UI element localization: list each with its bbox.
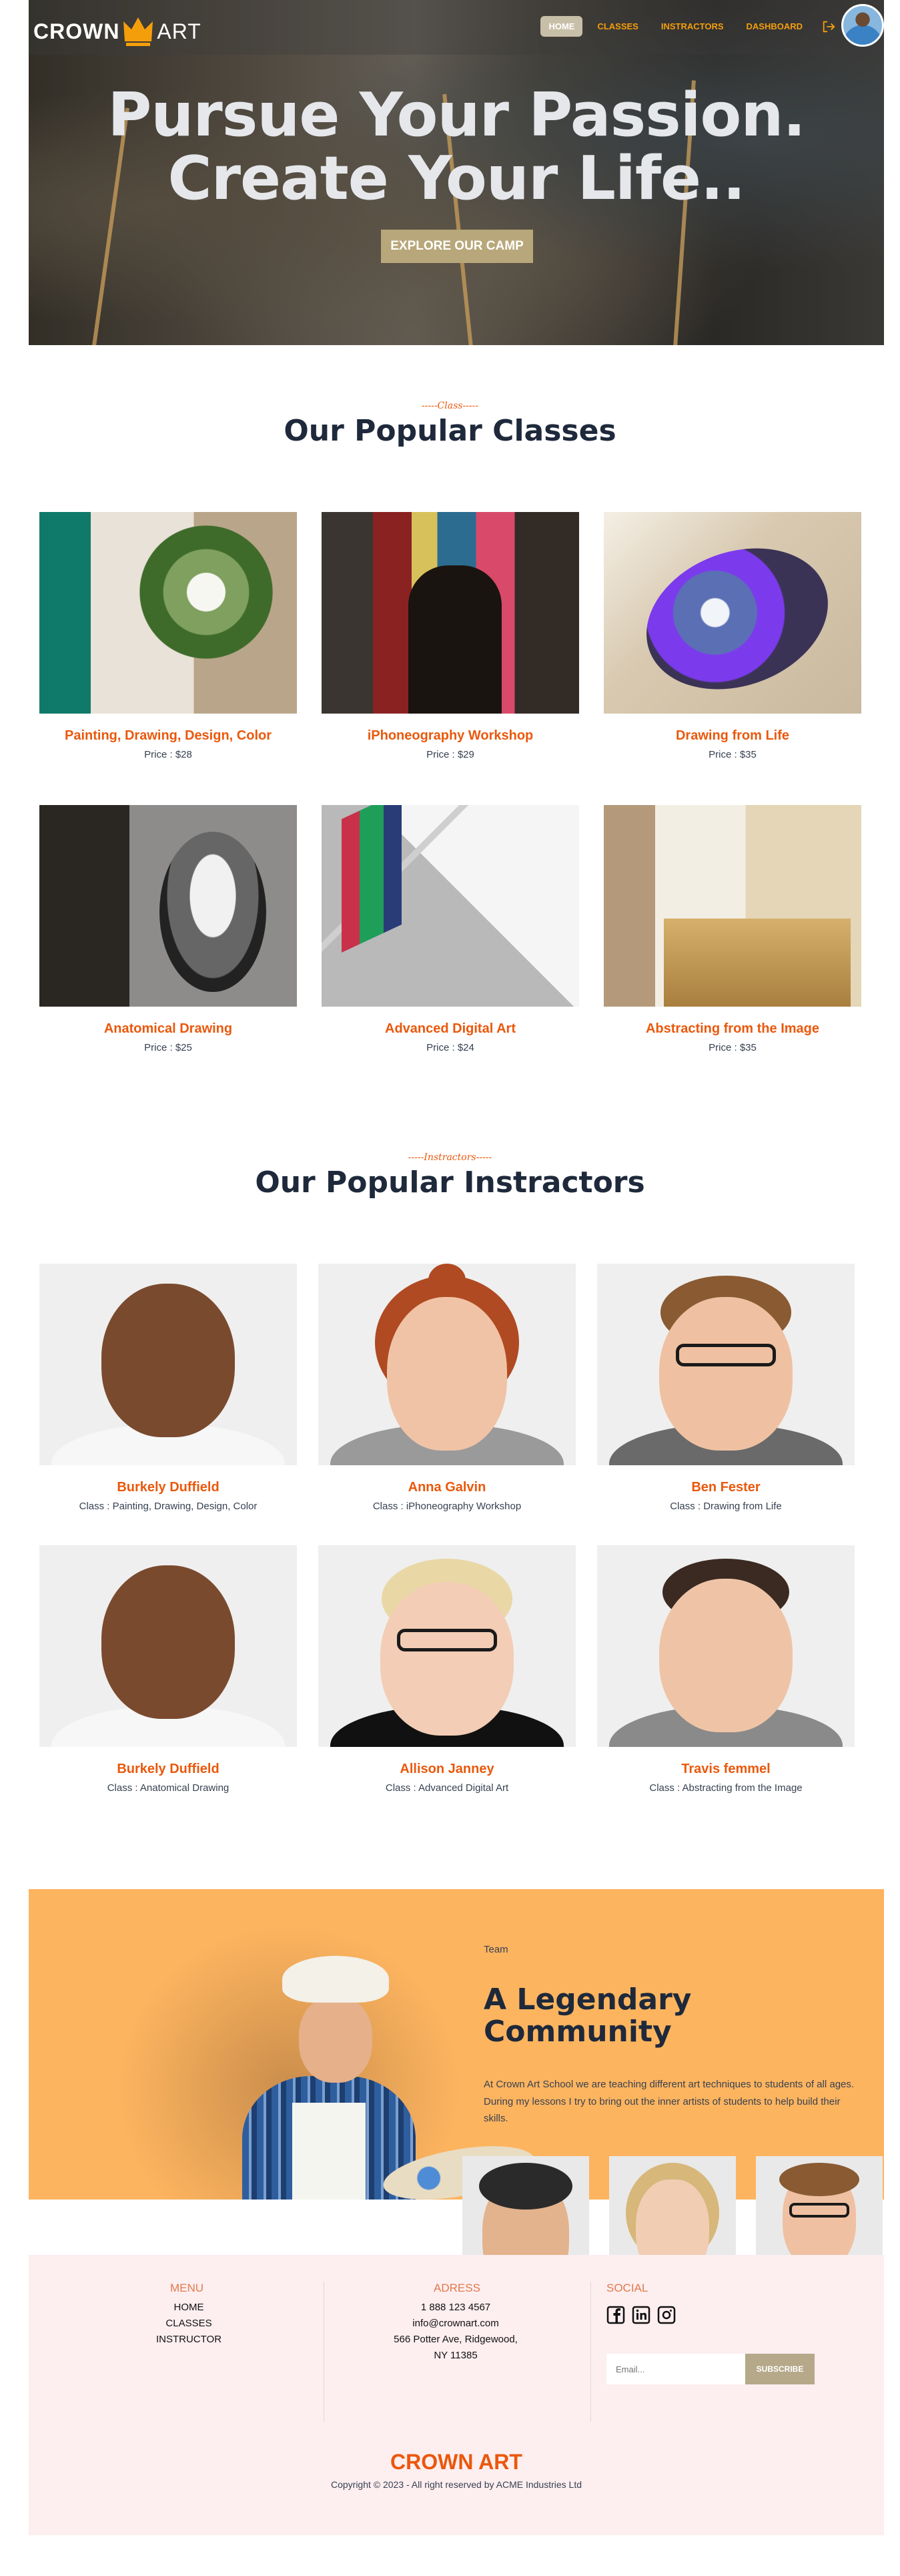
class-name: Painting, Drawing, Design, Color	[64, 728, 272, 743]
hero-title-line2: Create Your Life..	[167, 143, 746, 214]
instructor-class: Class : Drawing from Life	[670, 1501, 782, 1512]
instructor-name: Travis femmel	[681, 1762, 771, 1776]
class-name: Abstracting from the Image	[645, 1021, 820, 1036]
newsletter-email-input[interactable]	[606, 2354, 745, 2384]
instructor-class: Class : Advanced Digital Art	[385, 1782, 509, 1794]
footer-brand: CROWN ART	[390, 2450, 522, 2474]
class-card[interactable]: iPhoneography Workshop Price : $29	[322, 512, 579, 760]
community-title-line2: Community	[484, 2015, 672, 2049]
footer-email: info@crownart.com	[412, 2318, 499, 2329]
class-image-digital-art	[322, 805, 579, 1007]
classes-section-title: Our Popular Classes	[284, 414, 616, 448]
facebook-icon[interactable]	[606, 2306, 625, 2324]
crown-icon	[123, 17, 153, 46]
community-title: A Legendary Community	[484, 1983, 857, 2049]
instructor-photo	[597, 1545, 855, 1747]
class-card[interactable]: Painting, Drawing, Design, Color Price :…	[39, 512, 297, 760]
class-card[interactable]: Anatomical Drawing Price : $25	[39, 805, 297, 1053]
footer-menu-title: MENU	[170, 2282, 204, 2294]
class-price: Price : $25	[144, 1042, 192, 1053]
instructor-card[interactable]: Ben Fester Class : Drawing from Life	[597, 1264, 855, 1512]
logo-text-crown: CROWN	[33, 19, 120, 43]
class-name: iPhoneography Workshop	[367, 728, 534, 743]
class-name: Drawing from Life	[675, 728, 789, 743]
class-image-iphoneography	[322, 512, 579, 714]
class-price: Price : $28	[144, 749, 192, 760]
footer-address-line1: 566 Potter Ave, Ridgewood,	[394, 2334, 518, 2345]
class-name: Advanced Digital Art	[385, 1021, 516, 1036]
page: CROWN ART HOME CLASSES INSTRACTORS DASHB…	[0, 0, 900, 2576]
top-navbar: CROWN ART HOME CLASSES INSTRACTORS DASHB…	[29, 0, 884, 55]
explore-camp-button[interactable]: EXPLORE OUR CAMP	[381, 230, 533, 263]
community-description: At Crown Art School we are teaching diff…	[484, 2079, 855, 2124]
instructor-card[interactable]: Allison Janney Class : Advanced Digital …	[318, 1545, 576, 1794]
brand-logo[interactable]: CROWN ART	[33, 16, 201, 47]
instagram-icon[interactable]	[657, 2306, 676, 2324]
user-avatar[interactable]	[841, 4, 884, 47]
class-image-painting	[39, 512, 297, 714]
community-title-line1: A Legendary	[484, 1983, 692, 2017]
instructor-name: Allison Janney	[400, 1762, 494, 1776]
site-footer: MENU HOME CLASSES INSTRUCTOR ADRESS 1 88…	[29, 2255, 884, 2535]
class-price: Price : $24	[426, 1042, 474, 1053]
footer-menu-instructor[interactable]: INSTRUCTOR	[155, 2334, 222, 2345]
community-eyebrow: Team	[484, 1944, 508, 1955]
community-section: Team A Legendary Community At Crown Art …	[29, 1889, 884, 2200]
footer-phone: 1 888 123 4567	[420, 2302, 491, 2313]
class-image-anatomical	[39, 805, 297, 1007]
hero-banner: CROWN ART HOME CLASSES INSTRACTORS DASHB…	[29, 0, 884, 345]
nav-dashboard[interactable]: DASHBOARD	[739, 16, 811, 37]
instructor-card[interactable]: Travis femmel Class : Abstracting from t…	[597, 1545, 855, 1794]
footer-divider	[590, 2282, 591, 2422]
nav-classes[interactable]: CLASSES	[589, 16, 646, 37]
linkedin-icon[interactable]	[632, 2306, 650, 2324]
hero-title: Pursue Your Passion. Create Your Life..	[29, 83, 884, 210]
footer-menu-classes[interactable]: CLASSES	[162, 2318, 215, 2329]
instructor-photo	[318, 1545, 576, 1747]
logo-text-art: ART	[157, 19, 201, 43]
instructor-photo	[318, 1264, 576, 1465]
instructor-card[interactable]: Burkely Duffield Class : Anatomical Draw…	[39, 1545, 297, 1794]
class-price: Price : $35	[709, 1042, 757, 1053]
instructor-class: Class : Painting, Drawing, Design, Color	[79, 1501, 258, 1512]
class-price: Price : $35	[709, 749, 757, 760]
class-image-abstracting	[604, 805, 861, 1007]
class-card[interactable]: Abstracting from the Image Price : $35	[604, 805, 861, 1053]
nav-home[interactable]: HOME	[540, 16, 583, 37]
class-image-drawing-from-life	[604, 512, 861, 714]
classes-eyebrow: -----Class-----	[421, 401, 479, 411]
subscribe-button[interactable]: SUBSCRIBE	[745, 2354, 815, 2384]
community-artist-image	[115, 1922, 539, 2200]
instructor-photo	[39, 1264, 297, 1465]
class-price: Price : $29	[426, 749, 474, 760]
footer-menu-home[interactable]: HOME	[162, 2302, 215, 2313]
instructor-photo	[39, 1545, 297, 1747]
footer-address-title: ADRESS	[434, 2282, 480, 2294]
class-card[interactable]: Advanced Digital Art Price : $24	[322, 805, 579, 1053]
instructors-eyebrow: -----Instractors-----	[408, 1152, 492, 1163]
instructors-section-title: Our Popular Instractors	[255, 1166, 645, 1200]
instructor-name: Burkely Duffield	[117, 1762, 219, 1776]
nav-instructors[interactable]: INSTRACTORS	[653, 16, 732, 37]
class-name: Anatomical Drawing	[103, 1021, 233, 1036]
footer-social-title: SOCIAL	[606, 2282, 648, 2294]
instructor-photo	[597, 1264, 855, 1465]
logout-icon[interactable]	[821, 19, 836, 34]
instructor-class: Class : Anatomical Drawing	[107, 1782, 230, 1794]
instructor-name: Anna Galvin	[408, 1480, 486, 1495]
footer-copyright: Copyright © 2023 - All right reserved by…	[330, 2479, 582, 2490]
instructor-card[interactable]: Burkely Duffield Class : Painting, Drawi…	[39, 1264, 297, 1512]
nav-links: HOME CLASSES INSTRACTORS DASHBOARD	[540, 16, 836, 37]
hero-title-line1: Pursue Your Passion.	[107, 80, 805, 150]
instructor-class: Class : iPhoneography Workshop	[372, 1501, 522, 1512]
footer-address-line2: NY 11385	[434, 2350, 478, 2361]
instructor-name: Ben Fester	[691, 1480, 761, 1495]
instructor-card[interactable]: Anna Galvin Class : iPhoneography Worksh…	[318, 1264, 576, 1512]
class-card[interactable]: Drawing from Life Price : $35	[604, 512, 861, 760]
instructor-name: Burkely Duffield	[117, 1480, 219, 1495]
instructor-class: Class : Abstracting from the Image	[649, 1782, 803, 1794]
